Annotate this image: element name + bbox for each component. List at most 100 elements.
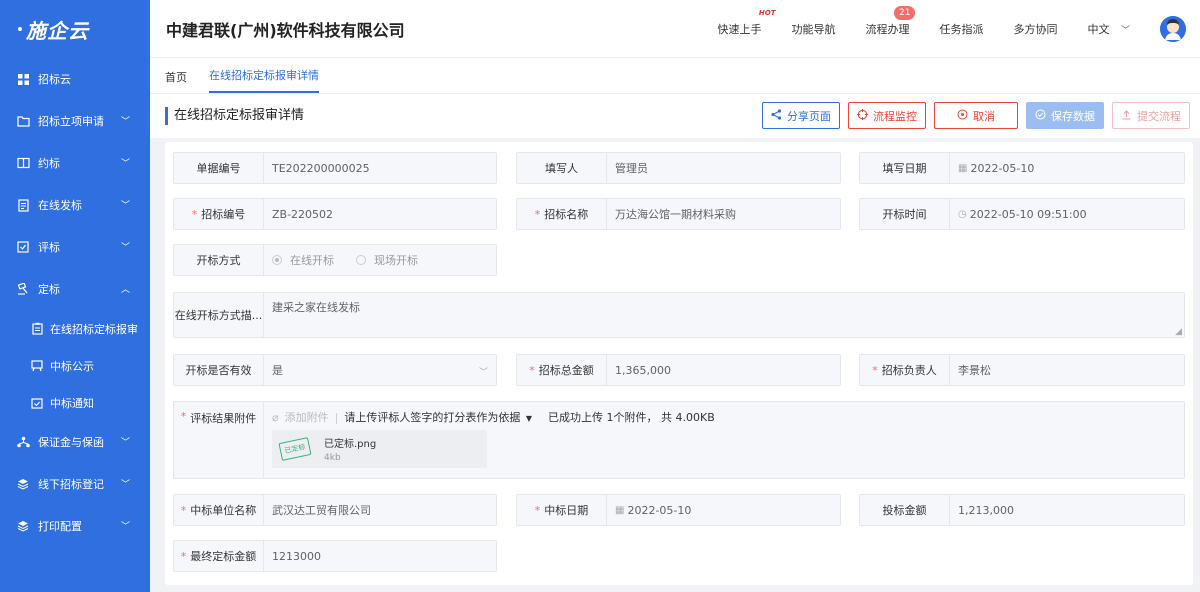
radio-online-open[interactable]: 在线开标 — [272, 252, 334, 268]
process-monitor-button[interactable]: 流程监控 — [848, 102, 926, 129]
top-nav: 快速上手 HOT 功能导航 流程办理 21 任务指派 多方协同 中文 ﹀ — [717, 0, 1200, 58]
sidebar-sub-item-award-review[interactable]: 在线招标定标报审 — [0, 310, 150, 347]
sidebar-item-label: 定标 — [38, 283, 60, 296]
nav-label: 多方协同 — [1013, 23, 1058, 36]
chevron-down-icon: ﹀ — [1120, 26, 1130, 36]
company-name: 中建君联(广州)软件科技有限公司 — [166, 20, 405, 40]
sidebar-item-print-config[interactable]: 打印配置 ﹀ — [0, 505, 150, 547]
doc-no-value: TE202200000025 — [272, 161, 370, 175]
nav-task-assign[interactable]: 任务指派 — [939, 21, 983, 37]
form-card: 单据编号 TE202200000025 填写人 管理员 填写日期 ▦ 2022-0… — [165, 142, 1193, 585]
sidebar-item-label: 评标 — [38, 241, 60, 254]
bid-name-value: 万达海公馆一期材料采购 — [615, 208, 736, 221]
chevron-down-icon: ﹀ — [478, 368, 488, 378]
sidebar-item-deposit[interactable]: 保证金与保函 ﹀ — [0, 421, 150, 463]
sidebar-item-label: 招标云 — [38, 73, 71, 86]
label-text: 开标方式 — [196, 254, 241, 267]
add-attachment-button[interactable]: 添加附件 — [285, 409, 329, 425]
field-label: 开标是否有效 — [174, 355, 264, 385]
upload-status: 已成功上传 1个附件， 共 4.00KB — [548, 411, 715, 424]
cancel-button[interactable]: 取消 — [934, 102, 1018, 129]
valid-select[interactable]: 是 ﹀ — [264, 355, 496, 385]
sidebar-item-label: 线下招标登记 — [38, 478, 104, 491]
sidebar-item-project-apply[interactable]: 招标立项申请 ﹀ — [0, 100, 150, 142]
tab-home[interactable]: 首页 — [165, 69, 187, 93]
radio-onsite-open[interactable]: 现场开标 — [356, 252, 418, 268]
sidebar-item-online-publish[interactable]: 在线发标 ﹀ — [0, 184, 150, 226]
submit-process-button[interactable]: 提交流程 — [1112, 102, 1190, 129]
file-card[interactable]: 已定标 已定标.png 4kb — [272, 430, 487, 468]
total-amount-field: * 招标总金额 1,365,000 — [516, 354, 841, 386]
sidebar-sub-item-winner-notify[interactable]: 中标通知 — [0, 384, 150, 421]
win-date-value: ▦ 2022-05-10 — [607, 495, 840, 525]
tab-award-review-detail[interactable]: 在线招标定标报审详情 — [209, 67, 319, 93]
action-bar: 分享页面 流程监控 取消 保存数据 提交流程 — [754, 102, 1190, 129]
button-label: 提交流程 — [1137, 109, 1181, 123]
open-mode-field: 开标方式 在线开标 现场开标 — [173, 244, 497, 276]
chevron-down-icon: ﹀ — [120, 438, 130, 448]
required-mark: * — [191, 207, 198, 221]
folder-icon — [16, 114, 30, 128]
required-mark: * — [180, 410, 187, 423]
fill-date-field: 填写日期 ▦ 2022-05-10 — [859, 152, 1185, 184]
target-icon — [857, 108, 868, 123]
avatar[interactable] — [1160, 16, 1186, 42]
radio-label: 现场开标 — [374, 254, 418, 267]
language-label: 中文 — [1087, 23, 1110, 36]
nav-collaboration[interactable]: 多方协同 — [1013, 21, 1057, 37]
field-label: * 招标总金额 — [517, 355, 607, 385]
final-amount-field: * 最终定标金额 1213000 — [173, 540, 497, 572]
nav-function-guide[interactable]: 功能导航 — [791, 21, 835, 37]
required-mark: * — [872, 363, 878, 377]
sidebar: 施企云 招标云 招标立项申请 ﹀ 约标 ﹀ 在线发标 ﹀ 评标 ﹀ 定标 ︿ 在… — [0, 0, 150, 592]
nav-process-handle[interactable]: 流程办理 21 — [865, 6, 916, 37]
share-icon — [771, 108, 782, 123]
button-label: 保存数据 — [1051, 109, 1095, 123]
sidebar-sub-item-label: 在线招标定标报审 — [50, 322, 138, 336]
nav-label: 任务指派 — [939, 23, 984, 36]
chevron-up-icon: ︿ — [120, 285, 130, 295]
sidebar-item-evaluate[interactable]: 评标 ﹀ — [0, 226, 150, 268]
attachment-hint-dropdown[interactable]: 请上传评标人签字的打分表作为依据 ▼ — [344, 409, 532, 425]
attachment-area: ⌀ 添加附件 | 请上传评标人签字的打分表作为依据 ▼ 已成功上传 1个附件， … — [264, 402, 1184, 478]
winner-field: * 中标单位名称 武汉达工贸有限公司 — [173, 494, 497, 526]
caret-down-icon: ▼ — [525, 414, 532, 423]
open-time-field: 开标时间 ◷ 2022-05-10 09:51:00 — [859, 198, 1185, 230]
logo-text: 施企云 — [26, 18, 89, 43]
clipboard-icon — [30, 322, 44, 336]
chevron-down-icon: ﹀ — [120, 243, 130, 253]
label-text: 招标负责人 — [881, 364, 937, 377]
online-desc-textarea[interactable]: 建采之家在线发标 ◢ — [264, 293, 1184, 337]
button-label: 分享页面 — [787, 109, 831, 123]
save-data-button[interactable]: 保存数据 — [1026, 102, 1104, 129]
resize-handle-icon[interactable]: ◢ — [1175, 327, 1182, 337]
layers-icon — [16, 519, 30, 533]
sidebar-item-invite[interactable]: 约标 ﹀ — [0, 142, 150, 184]
chevron-down-icon: ﹀ — [120, 522, 130, 532]
hammer-icon — [16, 282, 30, 296]
button-label: 流程监控 — [873, 109, 917, 123]
network-icon — [16, 435, 30, 449]
nav-label: 流程办理 — [865, 23, 910, 36]
sidebar-item-award[interactable]: 定标 ︿ — [0, 268, 150, 310]
field-label: 填写日期 — [860, 153, 950, 183]
author-field: 填写人 管理员 — [516, 152, 841, 184]
sidebar-sub-item-winner-notice[interactable]: 中标公示 — [0, 347, 150, 384]
final-amount-value: 1213000 — [272, 549, 321, 563]
share-page-button[interactable]: 分享页面 — [762, 102, 840, 129]
file-info: 已定标.png 4kb — [324, 435, 376, 463]
total-amount-value: 1,365,000 — [615, 363, 671, 377]
win-date-field: * 中标日期 ▦ 2022-05-10 — [516, 494, 841, 526]
nav-quick-start[interactable]: 快速上手 HOT — [717, 9, 775, 37]
file-name: 已定标.png — [324, 439, 377, 450]
sidebar-item-zhaobiaoyun[interactable]: 招标云 — [0, 58, 150, 100]
date-text: 2022-05-10 — [970, 161, 1035, 175]
fill-date-value: ▦ 2022-05-10 — [950, 153, 1184, 183]
field-label: 填写人 — [517, 153, 607, 183]
language-select[interactable]: 中文 ﹀ — [1087, 21, 1130, 37]
calendar-check-icon — [30, 396, 44, 410]
logo-dot — [18, 27, 22, 31]
sidebar-item-offline-register[interactable]: 线下招标登记 ﹀ — [0, 463, 150, 505]
open-time-value: ◷ 2022-05-10 09:51:00 — [950, 199, 1184, 229]
field-label: 投标金额 — [860, 495, 950, 525]
